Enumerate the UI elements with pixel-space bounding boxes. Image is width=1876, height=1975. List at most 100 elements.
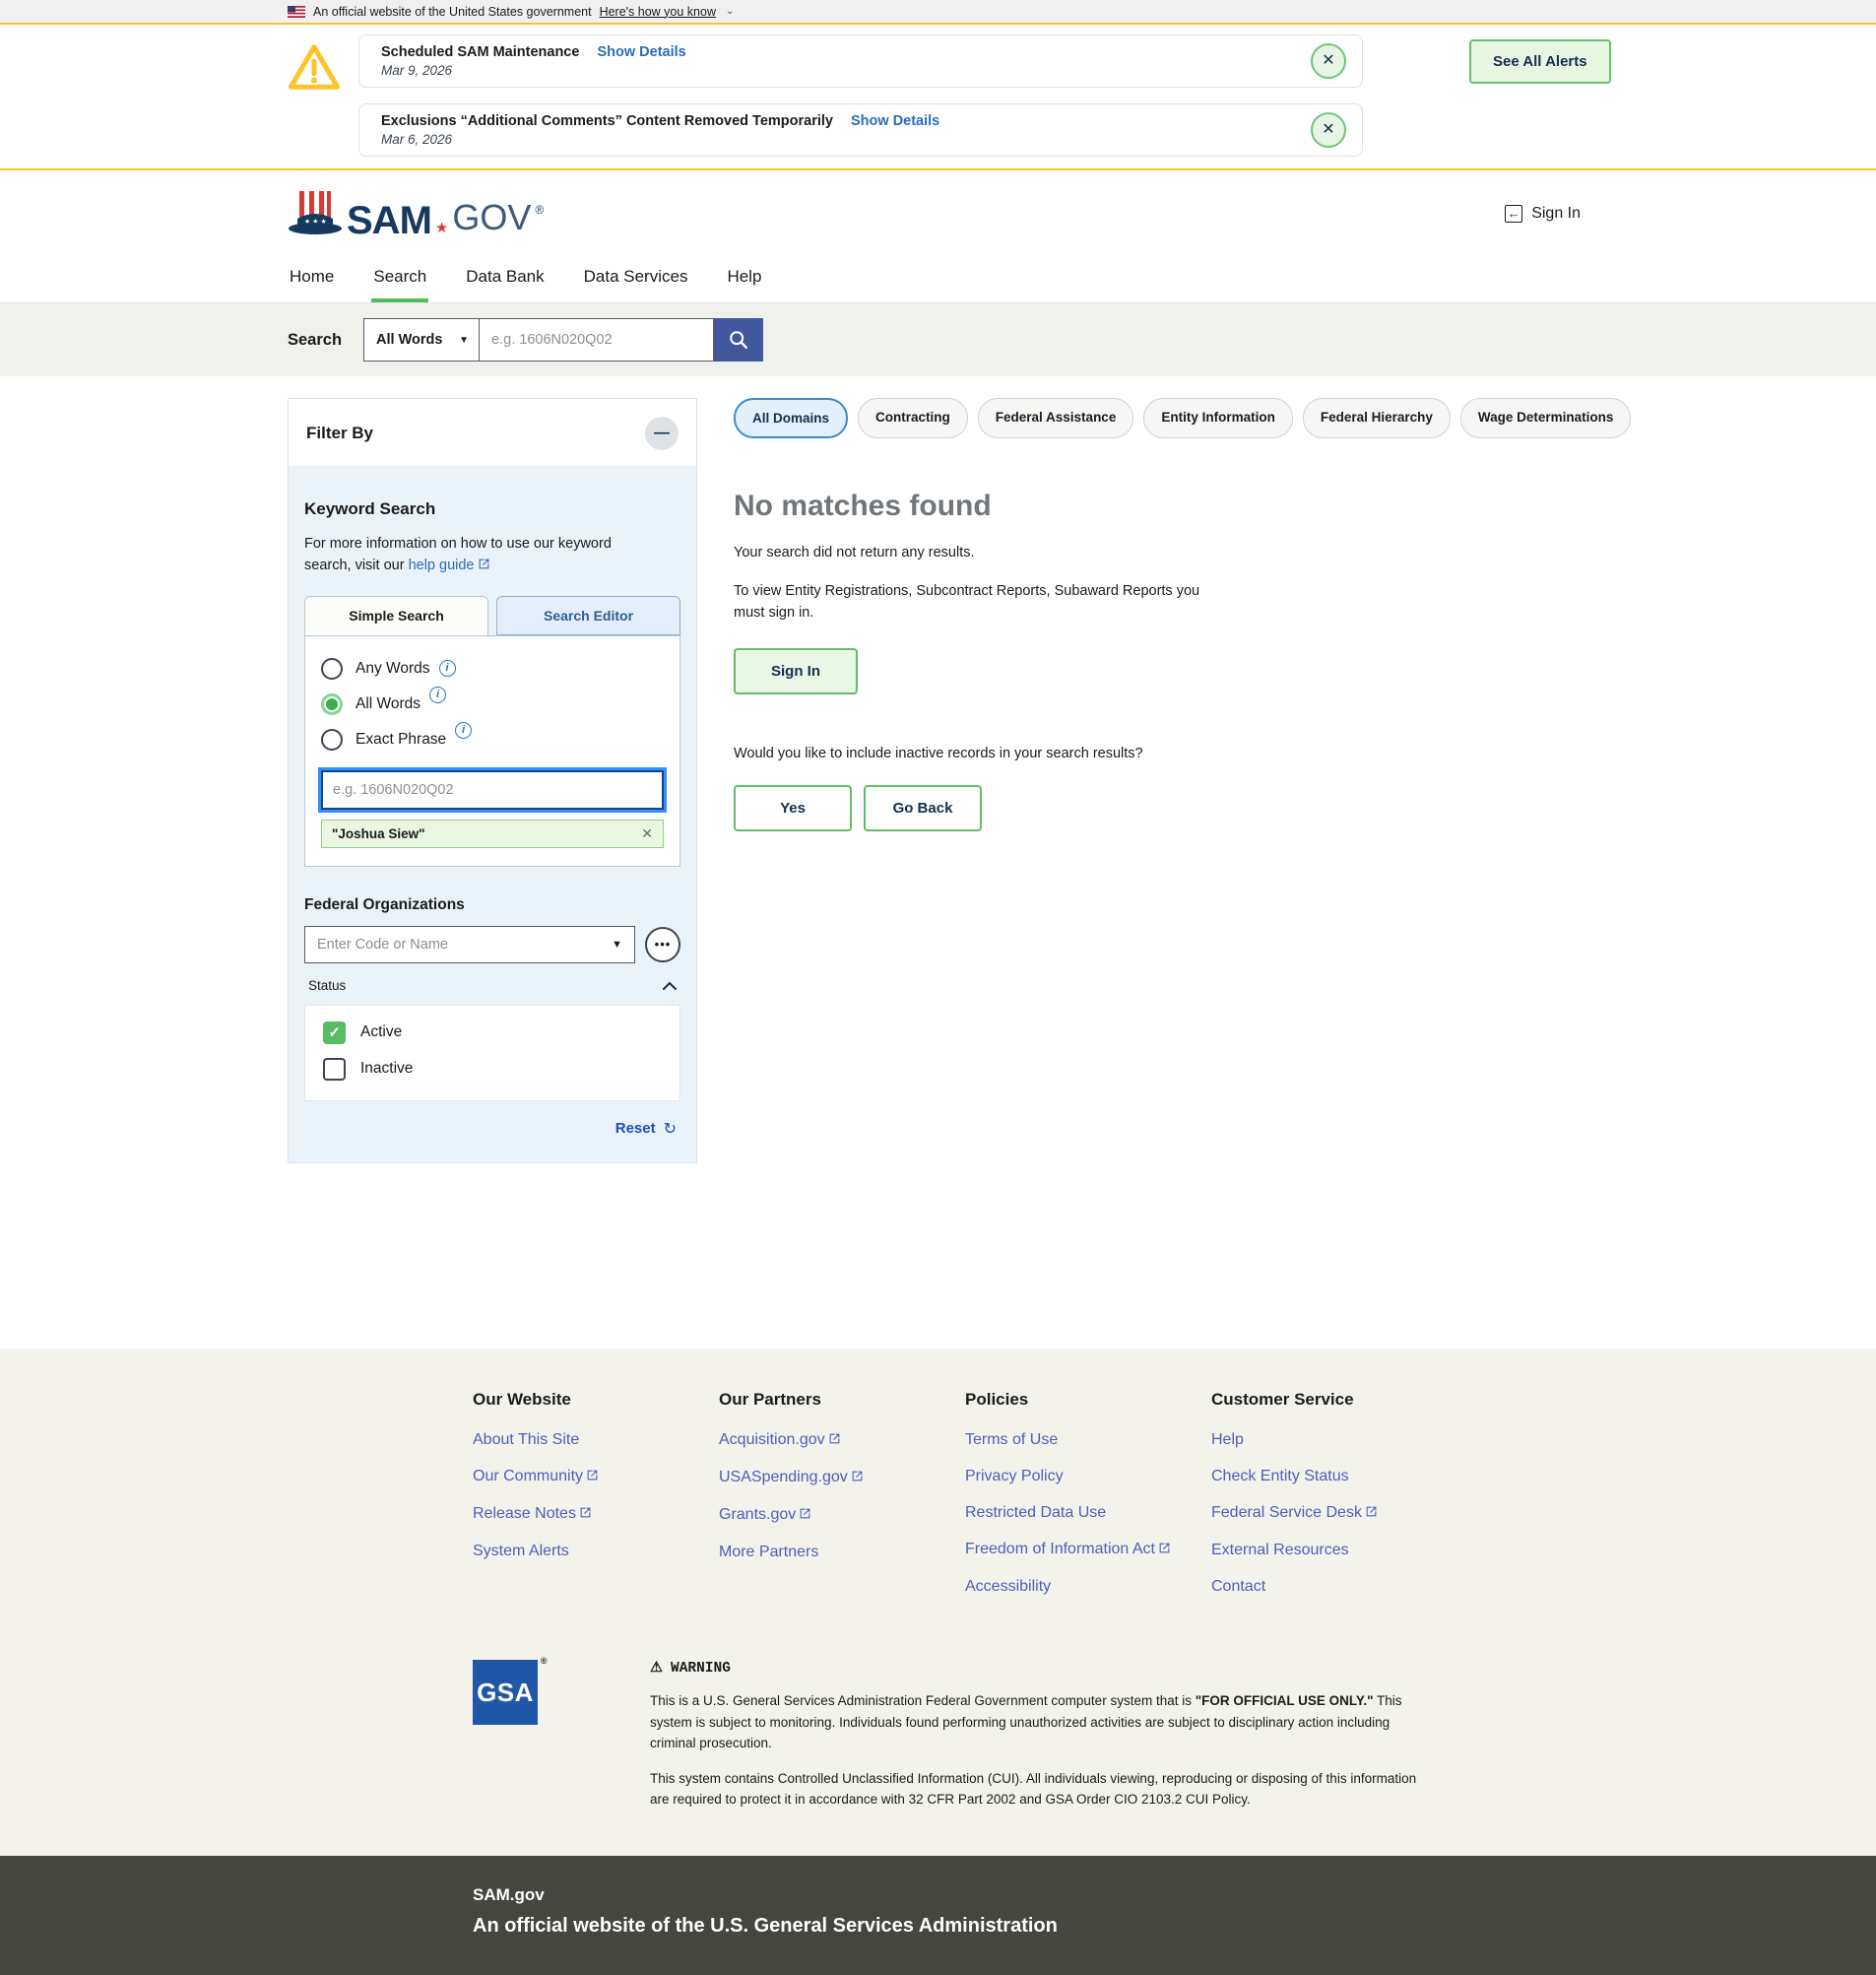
show-details-link[interactable]: Show Details — [597, 44, 685, 60]
radio-all-words-label: All Words — [356, 695, 420, 713]
external-link-icon — [586, 1469, 599, 1486]
keyword-chip-label: "Joshua Siew" — [332, 826, 641, 841]
us-flag-icon — [288, 6, 305, 18]
external-link-icon — [799, 1507, 811, 1525]
go-back-button[interactable]: Go Back — [864, 785, 982, 831]
search-icon — [728, 329, 749, 351]
external-link-icon — [478, 556, 490, 577]
radio-any-words[interactable] — [321, 658, 343, 680]
alert-item: Exclusions “Additional Comments” Content… — [358, 103, 1363, 157]
external-link-icon — [828, 1432, 841, 1450]
footer-link-contact[interactable]: Contact — [1211, 1578, 1457, 1596]
nav-item-data-bank[interactable]: Data Bank — [464, 257, 546, 302]
sign-in-button[interactable]: Sign In — [734, 648, 858, 694]
search-strip: Search All Words ▼ — [0, 303, 1876, 376]
footer: Our Website About This Site Our Communit… — [0, 1349, 1876, 1856]
checkbox-active[interactable]: ✓ Active — [323, 1021, 662, 1044]
help-guide-link[interactable]: help guide — [409, 558, 475, 573]
footer-link-our-community[interactable]: Our Community — [473, 1468, 719, 1486]
nav-item-search[interactable]: Search — [371, 257, 428, 302]
radio-any-words-label: Any Words — [356, 660, 430, 678]
footer-link-about-this-site[interactable]: About This Site — [473, 1431, 719, 1449]
warning-icon: ⚠ — [650, 1660, 663, 1677]
footer-link-system-alerts[interactable]: System Alerts — [473, 1543, 719, 1560]
domain-pill-all-domains[interactable]: All Domains — [734, 398, 848, 438]
sign-in-required-text: To view Entity Registrations, Subcontrac… — [734, 580, 1226, 625]
info-icon[interactable]: i — [429, 687, 446, 703]
filter-by-title: Filter By — [306, 424, 373, 443]
footer-column-title: Customer Service — [1211, 1390, 1457, 1410]
sign-in-link[interactable]: ← Sign In — [1505, 205, 1581, 223]
footer-link-terms-of-use[interactable]: Terms of Use — [965, 1431, 1211, 1449]
see-all-alerts-button[interactable]: See All Alerts — [1469, 39, 1611, 84]
footer-link-acquisition-gov[interactable]: Acquisition.gov — [719, 1431, 965, 1450]
yes-button[interactable]: Yes — [734, 785, 852, 831]
refresh-icon[interactable]: ↻ — [664, 1119, 677, 1139]
close-icon[interactable]: ✕ — [1311, 112, 1346, 148]
more-options-icon[interactable]: ••• — [645, 927, 680, 962]
footer-link-release-notes[interactable]: Release Notes — [473, 1505, 719, 1524]
radio-all-words[interactable] — [321, 693, 343, 715]
footer-link-external-resources[interactable]: External Resources — [1211, 1542, 1457, 1559]
status-section-label: Status — [308, 978, 346, 993]
search-input[interactable] — [480, 318, 714, 362]
info-icon[interactable]: i — [455, 722, 472, 739]
warning-triangle-icon — [288, 34, 345, 157]
remove-chip-icon[interactable]: ✕ — [641, 825, 653, 842]
keyword-input[interactable] — [321, 770, 664, 810]
identifier-bar: SAM.gov An official website of the U.S. … — [0, 1856, 1876, 1975]
collapse-filters-icon[interactable]: — — [645, 417, 679, 450]
sam-gov-logo[interactable]: ★ ★ ★ SAM ★ GOV ® — [288, 189, 544, 238]
sign-in-arrow-icon: ← — [1505, 205, 1522, 223]
close-icon[interactable]: ✕ — [1311, 43, 1346, 79]
gsa-logo: GSA ® — [473, 1660, 538, 1725]
domain-pill-federal-assistance[interactable]: Federal Assistance — [978, 398, 1134, 438]
checkbox-inactive[interactable]: Inactive — [323, 1058, 662, 1081]
info-icon[interactable]: i — [439, 660, 456, 677]
footer-link-usaspending-gov[interactable]: USASpending.gov — [719, 1469, 965, 1487]
how-you-know-link[interactable]: Here's how you know — [600, 5, 716, 19]
domain-pill-federal-hierarchy[interactable]: Federal Hierarchy — [1303, 398, 1451, 438]
radio-exact-phrase[interactable] — [321, 729, 343, 751]
footer-column-title: Policies — [965, 1390, 1211, 1410]
tab-simple-search[interactable]: Simple Search — [304, 596, 488, 635]
checkbox-inactive-label: Inactive — [360, 1060, 413, 1078]
footer-link-accessibility[interactable]: Accessibility — [965, 1578, 1211, 1596]
footer-link-more-partners[interactable]: More Partners — [719, 1544, 965, 1561]
search-button[interactable] — [714, 318, 763, 362]
footer-link-help[interactable]: Help — [1211, 1431, 1457, 1449]
warning-paragraph-1: This is a U.S. General Services Administ… — [650, 1690, 1433, 1754]
chevron-up-icon[interactable] — [663, 977, 677, 995]
nav-item-data-services[interactable]: Data Services — [582, 257, 690, 302]
checkbox-checked-icon: ✓ — [323, 1021, 346, 1044]
warning-paragraph-2: This system contains Controlled Unclassi… — [650, 1768, 1433, 1810]
search-type-select[interactable]: All Words ▼ — [363, 318, 480, 362]
footer-link-check-entity-status[interactable]: Check Entity Status — [1211, 1468, 1457, 1485]
keyword-chip: "Joshua Siew" ✕ — [321, 820, 664, 848]
domain-pill-entity-information[interactable]: Entity Information — [1143, 398, 1293, 438]
alert-title: Scheduled SAM Maintenance — [381, 44, 579, 60]
footer-column-title: Our Website — [473, 1390, 719, 1410]
no-results-text: Your search did not return any results. — [734, 545, 1718, 560]
site-header: ★ ★ ★ SAM ★ GOV ® ← Sign In — [0, 170, 1876, 257]
show-details-link[interactable]: Show Details — [851, 113, 939, 129]
domain-pill-wage-determinations[interactable]: Wage Determinations — [1460, 398, 1632, 438]
logo-gov-text: GOV — [452, 197, 531, 238]
footer-link-privacy-policy[interactable]: Privacy Policy — [965, 1468, 1211, 1485]
checkbox-unchecked-icon — [323, 1058, 346, 1081]
gov-banner: An official website of the United States… — [0, 0, 1876, 23]
nav-item-home[interactable]: Home — [288, 257, 336, 302]
keyword-search-title: Keyword Search — [304, 499, 680, 519]
no-matches-title: No matches found — [734, 490, 1718, 523]
reset-button[interactable]: Reset — [615, 1120, 656, 1137]
gov-banner-text: An official website of the United States… — [313, 5, 592, 19]
nav-item-help[interactable]: Help — [725, 257, 763, 302]
tab-search-editor[interactable]: Search Editor — [496, 596, 680, 635]
federal-org-select[interactable]: Enter Code or Name ▼ — [304, 926, 635, 963]
domain-pill-contracting[interactable]: Contracting — [858, 398, 968, 438]
footer-link-restricted-data-use[interactable]: Restricted Data Use — [965, 1504, 1211, 1522]
footer-link-foia[interactable]: Freedom of Information Act — [965, 1541, 1211, 1559]
identifier-site-name: SAM.gov — [473, 1885, 1876, 1905]
footer-link-grants-gov[interactable]: Grants.gov — [719, 1506, 965, 1525]
footer-link-federal-service-desk[interactable]: Federal Service Desk — [1211, 1504, 1457, 1523]
